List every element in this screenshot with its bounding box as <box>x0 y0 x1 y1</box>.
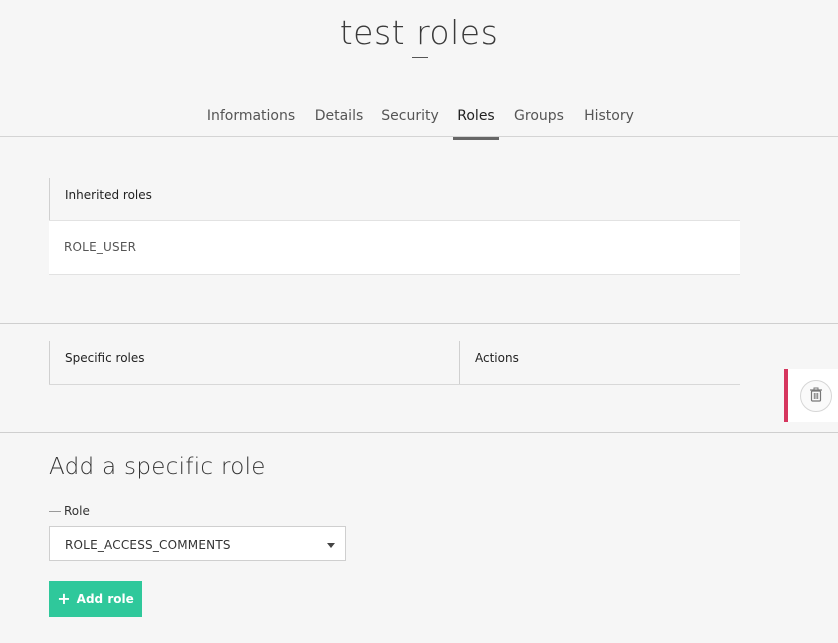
table-row: ROLE_USER <box>49 220 740 275</box>
specific-roles-header: Specific roles <box>49 341 459 384</box>
caret-down-icon <box>327 543 335 548</box>
tab-details[interactable]: Details <box>313 104 365 140</box>
inherited-roles-heading: Inherited roles <box>65 188 152 202</box>
page-title: test roles <box>339 13 499 52</box>
add-role-button-label: Add role <box>76 592 134 606</box>
add-role-title: Add a specific role <box>49 454 266 480</box>
tab-history[interactable]: History <box>581 104 637 140</box>
header-divider <box>0 136 838 137</box>
title-underline <box>412 57 428 58</box>
tab-informations[interactable]: Informations <box>204 104 298 140</box>
delete-button[interactable] <box>800 380 832 412</box>
label-dash <box>49 511 61 512</box>
role-select[interactable]: ROLE_ACCESS_COMMENTS <box>49 526 346 561</box>
section-divider <box>0 323 838 324</box>
tab-roles[interactable]: Roles <box>453 104 499 140</box>
inherited-roles-header: Inherited roles <box>49 178 740 221</box>
tab-bar: Informations Details Security Roles Grou… <box>0 104 838 140</box>
specific-roles-heading: Specific roles <box>65 351 145 365</box>
inherited-role-name: ROLE_USER <box>64 240 137 254</box>
side-action-panel <box>784 369 838 422</box>
add-role-button[interactable]: + Add role <box>49 581 142 617</box>
role-select-value: ROLE_ACCESS_COMMENTS <box>65 538 231 552</box>
tab-groups[interactable]: Groups <box>511 104 567 140</box>
table-bottom-border <box>49 384 740 385</box>
tab-security[interactable]: Security <box>379 104 441 140</box>
section-divider <box>0 432 838 433</box>
actions-header: Actions <box>459 341 740 384</box>
actions-heading: Actions <box>475 351 519 365</box>
plus-icon: + <box>57 589 71 608</box>
page-header: test roles Informations Details Security… <box>0 0 838 140</box>
role-label-text: Role <box>64 504 90 518</box>
role-field-label: Role <box>49 504 90 518</box>
trash-icon <box>809 387 823 406</box>
